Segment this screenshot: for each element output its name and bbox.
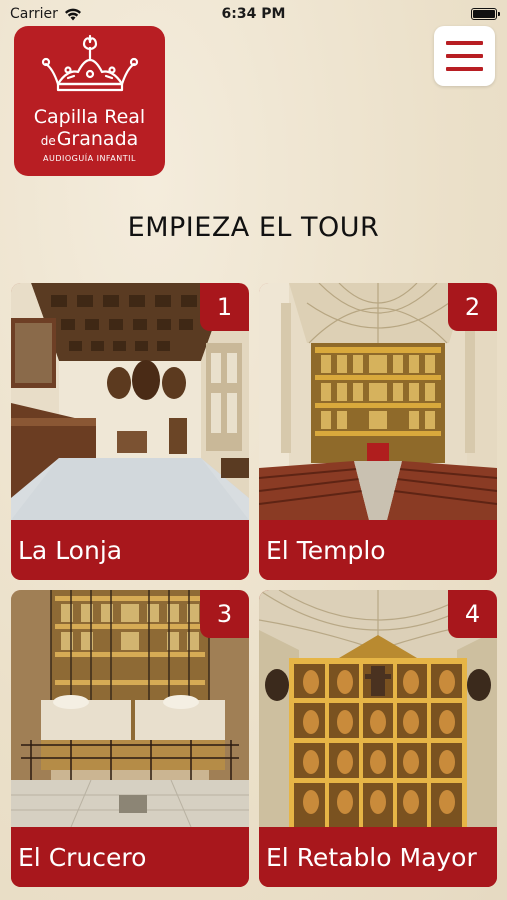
menu-bar-icon <box>446 54 483 58</box>
tour-card-label: El Templo <box>259 520 497 580</box>
tour-number-badge: 3 <box>200 590 249 638</box>
logo-title-prefix: de <box>40 134 56 148</box>
logo-subtitle: AUDIOGUÍA INFANTIL <box>43 154 136 163</box>
tour-card-la-lonja[interactable]: 1 La Lonja <box>11 283 249 580</box>
tour-card-el-retablo-mayor[interactable]: 4 El Retablo Mayor <box>259 590 497 887</box>
logo-title-line1: Capilla Real <box>33 106 146 128</box>
tour-number-badge: 1 <box>200 283 249 331</box>
tour-card-image: 4 <box>259 590 497 827</box>
tour-card-image: 1 <box>11 283 249 520</box>
menu-bar-icon <box>446 41 483 45</box>
tour-card-image: 3 <box>11 590 249 827</box>
menu-bar-icon <box>446 67 483 71</box>
tour-card-el-templo[interactable]: 2 El Templo <box>259 283 497 580</box>
wifi-icon <box>64 8 81 20</box>
status-bar: Carrier 6:34 PM <box>0 0 507 28</box>
tour-number-badge: 2 <box>448 283 497 331</box>
carrier-label: Carrier <box>10 6 58 22</box>
battery-icon <box>471 8 500 20</box>
tour-number-badge: 4 <box>448 590 497 638</box>
tour-card-label: La Lonja <box>11 520 249 580</box>
status-left: Carrier <box>10 6 82 22</box>
crown-icon <box>41 34 138 92</box>
section-title: EMPIEZA EL TOUR <box>127 212 380 243</box>
tour-card-el-crucero[interactable]: 3 El Crucero <box>11 590 249 887</box>
tour-card-label: El Retablo Mayor <box>259 827 497 887</box>
app-logo: Capilla Real de Granada AUDIOGUÍA INFANT… <box>14 26 165 176</box>
logo-title-granada: Granada <box>56 128 139 150</box>
tour-card-label: El Crucero <box>11 827 249 887</box>
logo-title-line2: de Granada <box>41 128 139 152</box>
tour-card-image: 2 <box>259 283 497 520</box>
hamburger-menu-button[interactable] <box>434 26 495 86</box>
